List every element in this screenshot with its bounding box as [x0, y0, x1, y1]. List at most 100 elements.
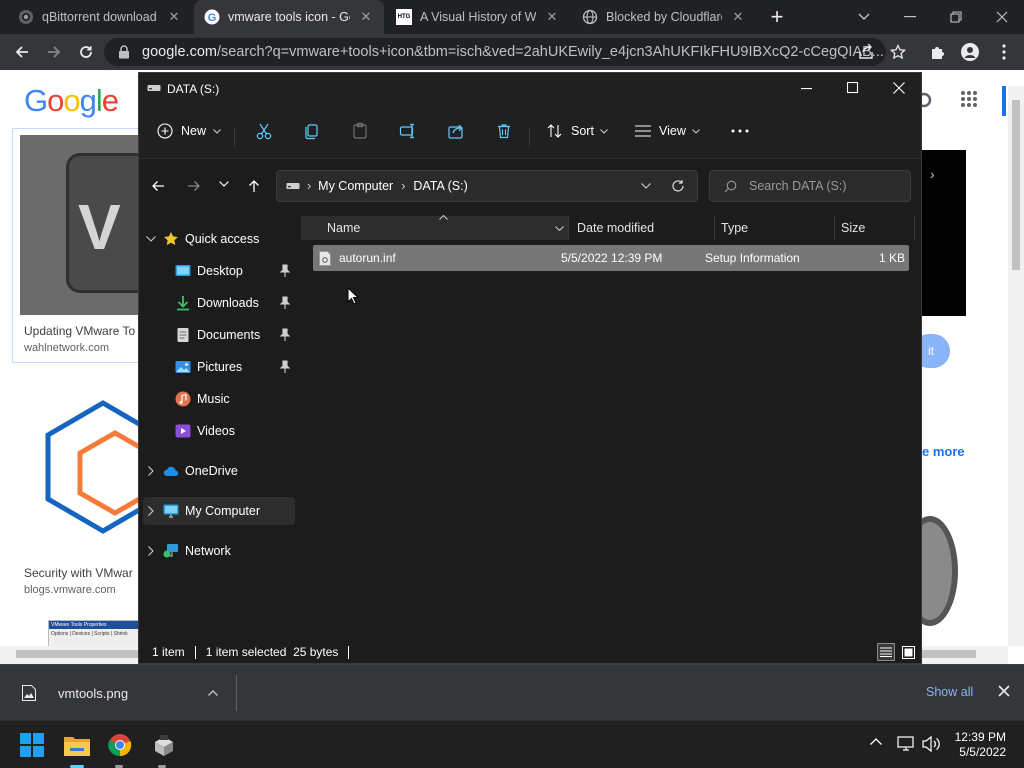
- minimize-icon[interactable]: [896, 3, 924, 31]
- breadcrumb-data-drive[interactable]: DATA (S:): [413, 179, 467, 193]
- tab-cloudflare[interactable]: Blocked by Cloudflare ✕: [572, 0, 756, 34]
- close-tab-icon[interactable]: ✕: [544, 9, 560, 25]
- profile-avatar-icon[interactable]: [956, 38, 984, 66]
- chevron-right-icon[interactable]: [143, 546, 159, 556]
- command-bar: New Sort View: [139, 105, 921, 159]
- new-button[interactable]: New: [157, 115, 221, 147]
- sort-button[interactable]: Sort: [547, 115, 608, 147]
- up-icon[interactable]: [247, 179, 263, 195]
- download-item[interactable]: vmtools.png: [12, 679, 232, 707]
- file-name[interactable]: autorun.inf: [339, 251, 579, 265]
- close-browser-icon[interactable]: [988, 3, 1016, 31]
- view-button[interactable]: View: [635, 115, 700, 147]
- tab-vmware-search[interactable]: G vmware tools icon - Go ✕: [194, 0, 384, 34]
- share-icon[interactable]: [852, 38, 880, 66]
- nav-my-computer[interactable]: My Computer: [143, 497, 295, 525]
- cut-button[interactable]: [255, 115, 273, 147]
- minimize-icon[interactable]: [801, 82, 813, 94]
- pin-icon[interactable]: [279, 296, 291, 310]
- network-monitor-icon[interactable]: [897, 736, 915, 754]
- close-shelf-icon[interactable]: [998, 685, 1012, 699]
- back-icon[interactable]: [151, 179, 167, 195]
- apps-grid-icon[interactable]: [960, 90, 980, 110]
- reload-icon[interactable]: [72, 38, 100, 66]
- column-header-name[interactable]: Name: [321, 215, 569, 240]
- start-windows-icon[interactable]: [14, 727, 50, 763]
- copy-button[interactable]: [303, 115, 321, 147]
- file-row-selected[interactable]: autorun.inf 5/5/2022 12:39 PM Setup Info…: [313, 245, 909, 271]
- clock[interactable]: 12:39 PM 5/5/2022: [950, 730, 1006, 760]
- chevron-right-icon[interactable]: [143, 506, 159, 516]
- breadcrumb-my-computer[interactable]: My Computer: [318, 179, 393, 193]
- chevron-up-icon[interactable]: [208, 690, 218, 696]
- column-header-size[interactable]: Size: [835, 216, 915, 240]
- chevron-right-icon[interactable]: [143, 466, 159, 476]
- extensions-puzzle-icon[interactable]: [924, 38, 952, 66]
- back-icon[interactable]: [8, 38, 36, 66]
- page-vertical-scrollbar[interactable]: [1008, 86, 1024, 646]
- forward-icon[interactable]: [40, 38, 68, 66]
- new-tab-icon[interactable]: +: [763, 3, 791, 31]
- nav-network[interactable]: Network: [143, 537, 295, 565]
- paste-button[interactable]: [351, 115, 369, 147]
- installer-taskbar-icon[interactable]: [146, 727, 182, 763]
- chevron-down-icon[interactable]: [641, 183, 651, 189]
- show-hidden-icons-icon[interactable]: [870, 738, 884, 752]
- chevron-down-icon[interactable]: [143, 236, 159, 242]
- sort-arrows-icon: [547, 124, 562, 138]
- nav-music[interactable]: Music: [143, 385, 295, 413]
- volume-icon[interactable]: [922, 736, 942, 754]
- next-arrow-icon[interactable]: ›: [930, 166, 952, 188]
- chevron-down-icon: [692, 128, 700, 134]
- chrome-taskbar-icon[interactable]: [102, 727, 138, 763]
- result-title[interactable]: Security with VMwar: [24, 566, 133, 580]
- restore-icon[interactable]: [942, 3, 970, 31]
- address-bar[interactable]: google.com/search?q=vmware+tools+icon&tb…: [104, 38, 886, 66]
- file-explorer-taskbar-icon[interactable]: [59, 727, 95, 763]
- close-icon[interactable]: [893, 82, 905, 94]
- address-breadcrumb[interactable]: › My Computer › DATA (S:): [276, 170, 698, 202]
- file-list-view: Name Date modified Type Size autorun.inf…: [297, 213, 921, 709]
- nav-onedrive[interactable]: OneDrive: [143, 457, 295, 485]
- share-button[interactable]: [447, 115, 465, 147]
- rename-button[interactable]: [399, 115, 417, 147]
- pin-icon[interactable]: [279, 328, 291, 342]
- column-header-date[interactable]: Date modified: [571, 216, 715, 240]
- preview-image: [902, 476, 966, 646]
- see-more-link[interactable]: e more: [922, 444, 965, 459]
- drive-icon: [147, 85, 161, 91]
- bookmark-star-icon[interactable]: [884, 38, 912, 66]
- explorer-title-bar[interactable]: DATA (S:): [139, 73, 921, 105]
- nav-videos[interactable]: Videos: [143, 417, 295, 445]
- forward-icon[interactable]: [187, 179, 203, 195]
- nav-quick-access[interactable]: Quick access: [143, 225, 295, 253]
- pin-icon[interactable]: [279, 264, 291, 278]
- recent-locations-icon[interactable]: [219, 181, 231, 193]
- vmware-result-image[interactable]: V: [20, 135, 156, 315]
- pin-icon[interactable]: [279, 360, 291, 374]
- maximize-icon[interactable]: [847, 82, 859, 94]
- column-header-type[interactable]: Type: [715, 216, 835, 240]
- close-tab-icon[interactable]: ✕: [730, 9, 746, 25]
- tab-search-icon[interactable]: [850, 3, 878, 31]
- browser-menu-icon[interactable]: [990, 38, 1018, 66]
- nav-pictures[interactable]: Pictures: [143, 353, 295, 381]
- nav-desktop[interactable]: Desktop: [143, 257, 295, 285]
- close-tab-icon[interactable]: ✕: [166, 9, 182, 25]
- chevron-down-icon[interactable]: [555, 226, 564, 231]
- security-result-image[interactable]: [20, 375, 140, 555]
- tab-qbittorrent[interactable]: qBittorrent download l ✕: [8, 0, 192, 34]
- close-tab-icon[interactable]: ✕: [358, 9, 374, 25]
- nav-documents[interactable]: Documents: [143, 321, 295, 349]
- result-title[interactable]: Updating VMware To: [24, 324, 135, 338]
- nav-downloads[interactable]: Downloads: [143, 289, 295, 317]
- search-input[interactable]: Search DATA (S:): [709, 170, 911, 202]
- show-all-link[interactable]: Show all: [926, 685, 973, 699]
- refresh-icon[interactable]: [671, 179, 685, 193]
- chevron-down-icon: [213, 128, 221, 134]
- large-icons-view-icon[interactable]: [899, 643, 917, 661]
- details-view-icon[interactable]: [877, 643, 895, 661]
- delete-button[interactable]: [495, 115, 513, 147]
- more-options-button[interactable]: [731, 115, 749, 147]
- tab-htg[interactable]: HTG A Visual History of Wi ✕: [386, 0, 570, 34]
